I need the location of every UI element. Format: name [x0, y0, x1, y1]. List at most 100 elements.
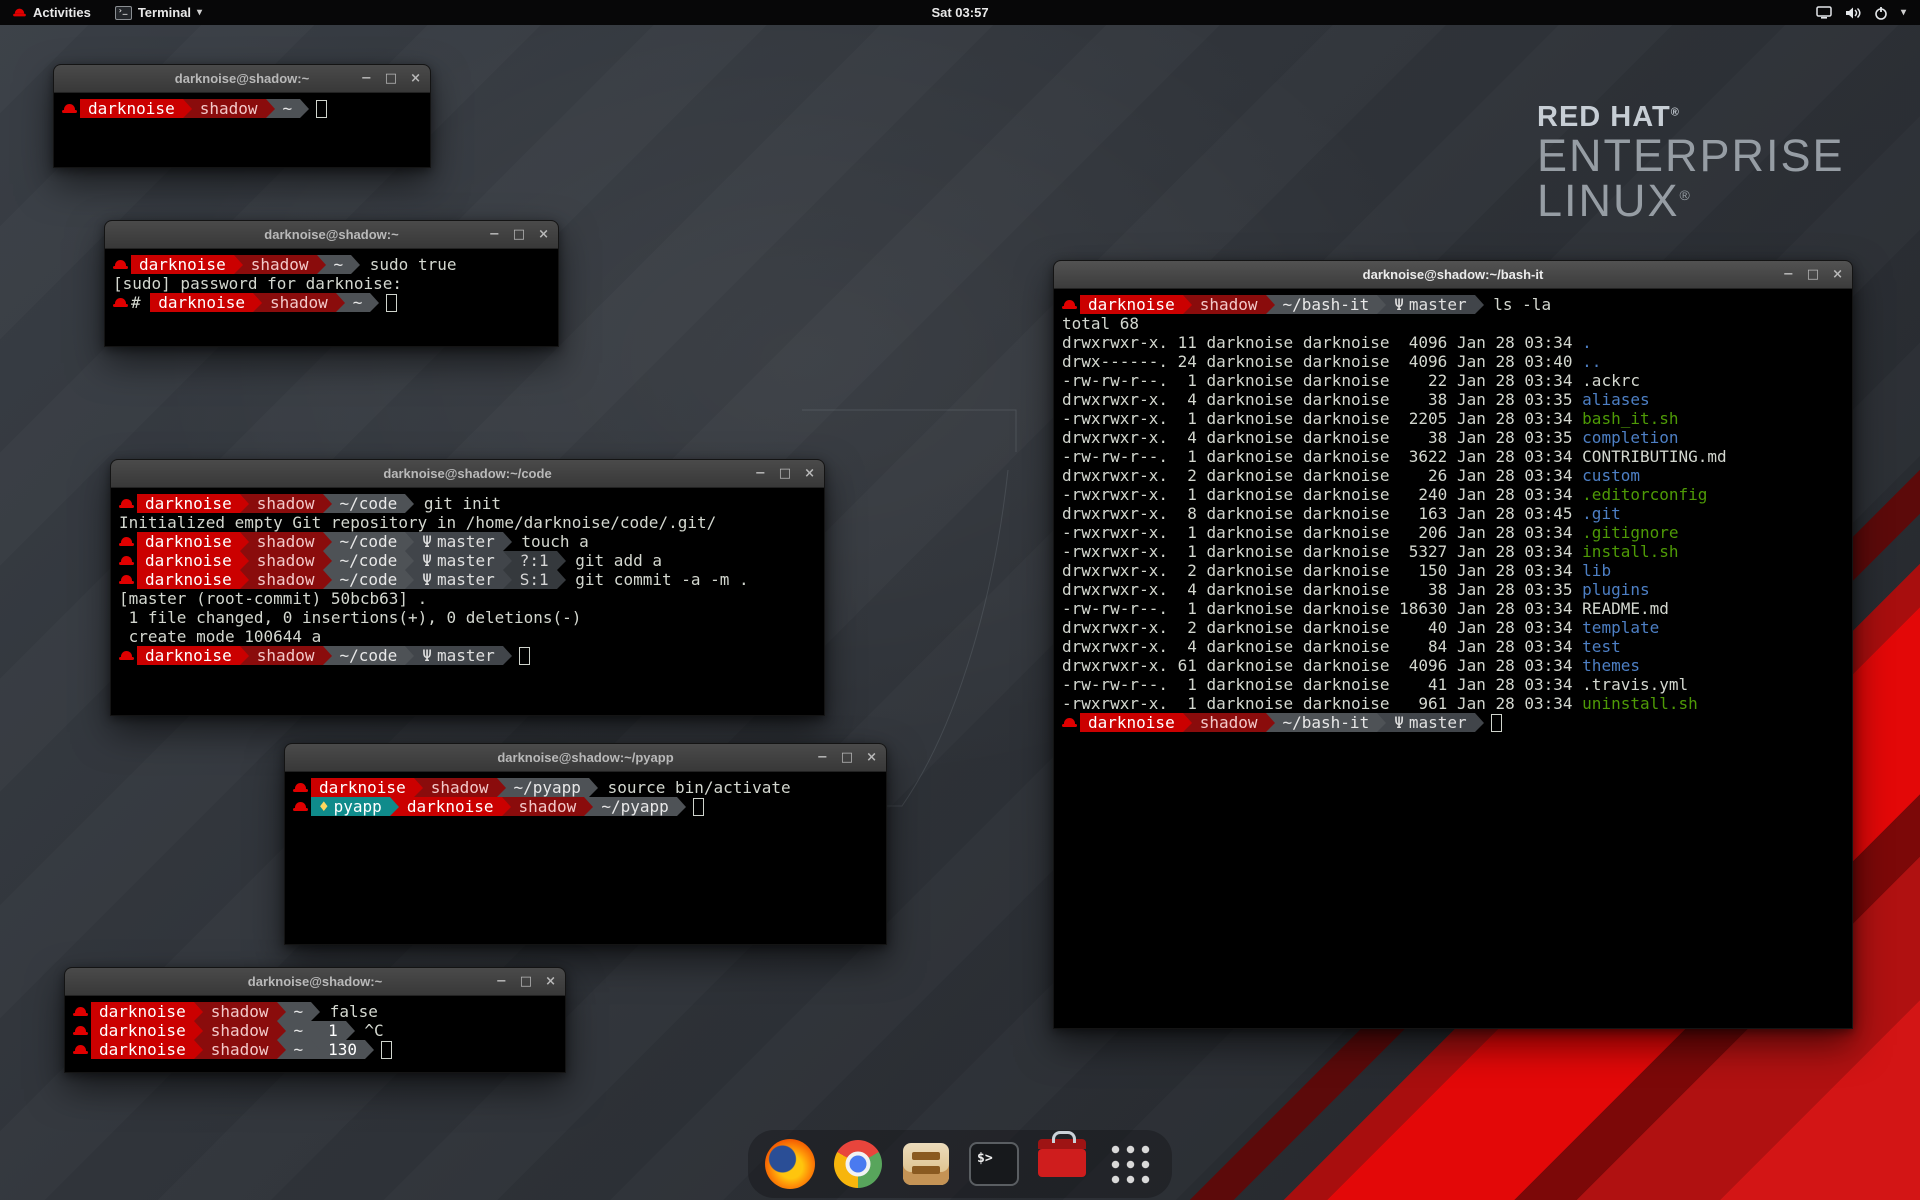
powerline-arrow: [240, 532, 249, 551]
terminal-content[interactable]: darknoiseshadow~: [54, 93, 430, 167]
firefox-dock-icon[interactable]: [764, 1138, 816, 1190]
redhat-prompt-icon: [119, 646, 134, 665]
close-button[interactable]: ×: [545, 975, 556, 988]
maximize-button[interactable]: □: [779, 467, 791, 480]
window-titlebar[interactable]: darknoise@shadow:~/code−□×: [111, 460, 824, 488]
minimize-button[interactable]: −: [489, 228, 500, 241]
minimize-button[interactable]: −: [496, 975, 507, 988]
window-titlebar[interactable]: darknoise@shadow:~−□×: [54, 65, 430, 93]
terminal-content[interactable]: darknoiseshadow~/bash-itΨmaster ls -lato…: [1054, 289, 1852, 1028]
window-titlebar[interactable]: darknoise@shadow:~/bash-it −□ ×: [1054, 261, 1852, 289]
terminal-content[interactable]: darknoiseshadow~/pyapp source bin/activa…: [285, 772, 886, 944]
file-meta: -rw-rw-r--. 1 darknoise darknoise 18630 …: [1062, 599, 1582, 618]
terminal-line: drwxrwxr-x. 4 darknoise darknoise 84 Jan…: [1062, 637, 1844, 656]
app-menu-terminal[interactable]: Terminal ▾: [103, 0, 214, 25]
window-titlebar[interactable]: darknoise@shadow:~−□×: [65, 968, 565, 996]
powerline-arrow: [1266, 295, 1275, 314]
prompt-segment-user: darknoise: [137, 494, 240, 513]
file-meta: -rwxrwxr-x. 1 darknoise darknoise 240 Ja…: [1062, 485, 1582, 504]
toolbox-icon: [1038, 1149, 1086, 1177]
terminal-line: -rwxrwxr-x. 1 darknoise darknoise 2205 J…: [1062, 409, 1844, 428]
minimize-button[interactable]: −: [755, 467, 766, 480]
prompt-segment-host: shadow: [249, 646, 323, 665]
terminal-dock-icon[interactable]: $>: [968, 1138, 1020, 1190]
prompt-segment-host: shadow: [1192, 295, 1266, 314]
terminal-window[interactable]: darknoise@shadow:~−□×darknoiseshadow~: [53, 64, 431, 168]
terminal-content[interactable]: darknoiseshadow~/code git initInitialize…: [111, 488, 824, 715]
activities-button[interactable]: Activities: [0, 0, 103, 25]
toolbox-dock-icon[interactable]: [1036, 1138, 1088, 1190]
app-grid-dock-icon[interactable]: [1104, 1138, 1156, 1190]
prompt-segment-user: darknoise: [91, 1002, 194, 1021]
minimize-button[interactable]: −: [361, 72, 372, 85]
close-button[interactable]: ×: [538, 228, 549, 241]
powerline-arrow: [589, 778, 598, 797]
terminal-content[interactable]: darknoiseshadow~ sudo true[sudo] passwor…: [105, 249, 558, 346]
terminal-cursor: [381, 1041, 392, 1059]
prompt-segment-host: shadow: [249, 494, 323, 513]
prompt-segment-path: ~/bash-it: [1275, 295, 1378, 314]
redhat-prompt-icon: [119, 532, 134, 551]
file-meta: -rwxrwxr-x. 1 darknoise darknoise 5327 J…: [1062, 542, 1582, 561]
powerline-arrow: [317, 255, 326, 274]
python-icon: ♦: [319, 797, 329, 816]
powerline-arrow: [311, 1040, 320, 1059]
terminal-text: false: [320, 1002, 378, 1021]
powerline-arrow: [240, 494, 249, 513]
close-button[interactable]: ×: [804, 467, 815, 480]
file-meta: -rw-rw-r--. 1 darknoise darknoise 41 Jan…: [1062, 675, 1582, 694]
chrome-dock-icon[interactable]: [832, 1138, 884, 1190]
powerline-arrow: [1475, 295, 1484, 314]
maximize-button[interactable]: □: [520, 975, 532, 988]
window-titlebar[interactable]: darknoise@shadow:~−□×: [105, 221, 558, 249]
redhat-prompt-icon: [113, 293, 128, 312]
prompt-segment-user: darknoise: [91, 1021, 194, 1040]
powerline-arrow: [503, 570, 512, 589]
prompt-segment-path: ~: [345, 293, 371, 312]
close-button[interactable]: ×: [866, 751, 877, 764]
window-titlebar[interactable]: darknoise@shadow:~/pyapp−□×: [285, 744, 886, 772]
terminal-window[interactable]: darknoise@shadow:~/pyapp−□×darknoiseshad…: [284, 743, 887, 945]
powerline-arrow: [503, 646, 512, 665]
minimize-button[interactable]: −: [1783, 268, 1794, 281]
terminal-line: darknoiseshadow~/codeΨmaster?:1 git add …: [119, 551, 816, 570]
close-button[interactable]: ×: [1832, 268, 1843, 281]
clock[interactable]: Sat 03:57: [921, 0, 998, 25]
powerline-arrow: [194, 1021, 203, 1040]
terminal-window[interactable]: darknoise@shadow:~/bash-it−□×darknoisesh…: [1053, 260, 1853, 1029]
prompt-segment-path: ~/code: [332, 532, 406, 551]
file-name: .ackrc: [1582, 371, 1640, 390]
redhat-prompt-icon: [113, 255, 128, 274]
terminal-window[interactable]: darknoise@shadow:~−□×darknoiseshadow~ fa…: [64, 967, 566, 1073]
file-name: CONTRIBUTING.md: [1582, 447, 1727, 466]
terminal-window[interactable]: darknoise@shadow:~/code−□×darknoiseshado…: [110, 459, 825, 716]
files-dock-icon[interactable]: [900, 1138, 952, 1190]
terminal-window[interactable]: darknoise@shadow:~−□×darknoiseshadow~ su…: [104, 220, 559, 347]
redhat-prompt-icon: [73, 1021, 88, 1040]
window-title: darknoise@shadow:~/bash-it: [1363, 267, 1544, 282]
system-menu[interactable]: ▾: [1808, 0, 1914, 25]
file-name: .gitignore: [1582, 523, 1678, 542]
powerline-arrow: [503, 532, 512, 551]
file-name: install.sh: [1582, 542, 1678, 561]
minimize-button[interactable]: −: [817, 751, 828, 764]
close-button[interactable]: ×: [410, 72, 421, 85]
powerline-arrow: [277, 1021, 286, 1040]
terminal-line: drwxrwxr-x. 4 darknoise darknoise 38 Jan…: [1062, 428, 1844, 447]
powerline-arrow: [194, 1002, 203, 1021]
prompt-segment-host: shadow: [262, 293, 336, 312]
terminal-content[interactable]: darknoiseshadow~ falsedarknoiseshadow~1 …: [65, 996, 565, 1072]
file-meta: drwxrwxr-x. 4 darknoise darknoise 38 Jan…: [1062, 428, 1582, 447]
file-meta: drwxrwxr-x. 2 darknoise darknoise 40 Jan…: [1062, 618, 1582, 637]
maximize-button[interactable]: □: [841, 751, 853, 764]
powerline-arrow: [557, 570, 566, 589]
file-meta: drwxrwxr-x. 4 darknoise darknoise 84 Jan…: [1062, 637, 1582, 656]
redhat-prompt-icon: [1062, 713, 1077, 732]
prompt-segment-host: shadow: [423, 778, 497, 797]
maximize-button[interactable]: □: [385, 72, 397, 85]
terminal-line: drwxrwxr-x. 2 darknoise darknoise 26 Jan…: [1062, 466, 1844, 485]
dock: $>: [748, 1130, 1172, 1198]
maximize-button[interactable]: □: [513, 228, 525, 241]
prompt-segment-host: shadow: [249, 570, 323, 589]
maximize-button[interactable]: □: [1807, 268, 1819, 281]
